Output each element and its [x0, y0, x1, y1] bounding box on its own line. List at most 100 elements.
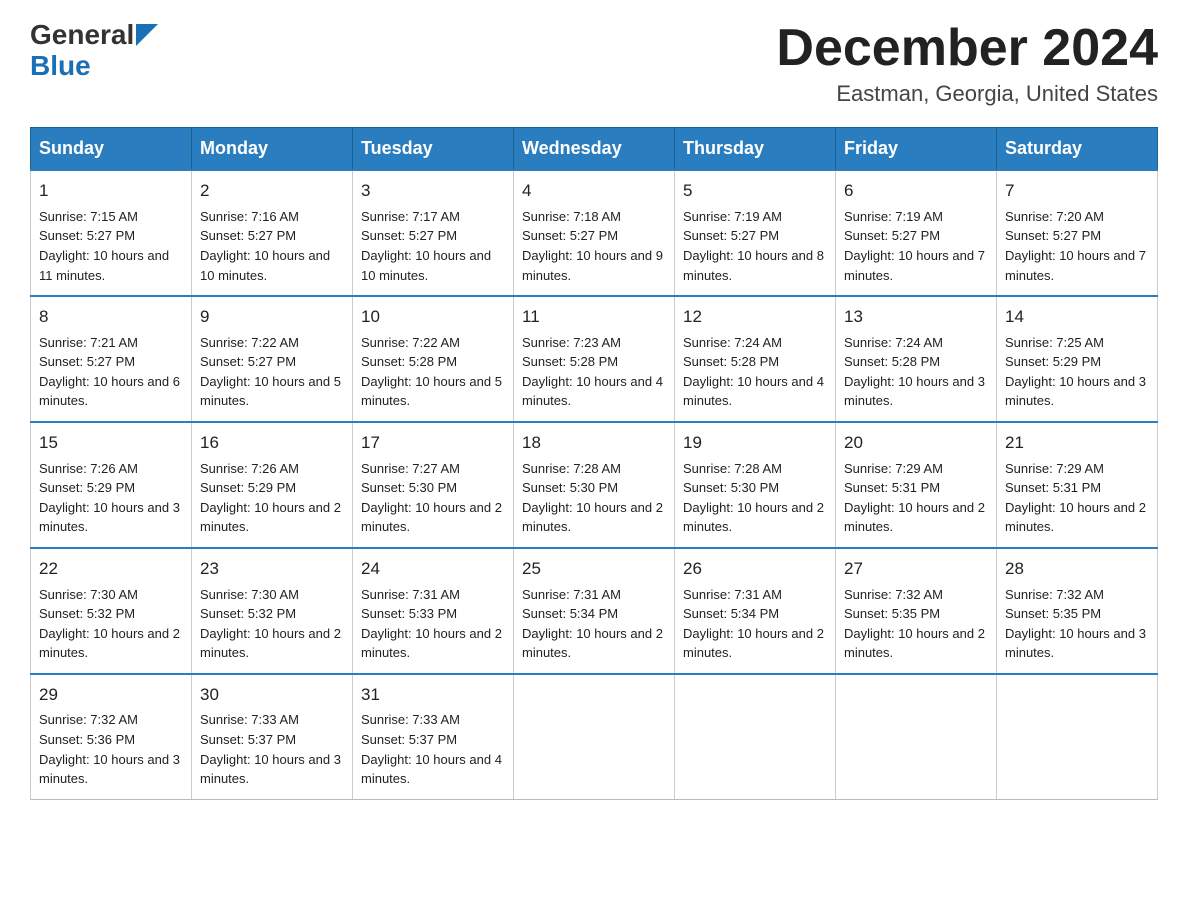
day-number: 30 [200, 683, 344, 708]
day-cell: 28Sunrise: 7:32 AMSunset: 5:35 PMDayligh… [997, 548, 1158, 674]
day-number: 19 [683, 431, 827, 456]
day-cell: 19 Sunrise: 7:28 AMSunset: 5:30 PMDayligh… [675, 422, 836, 548]
day-number: 26 [683, 557, 827, 582]
week-row-3: 15Sunrise: 7:26 AMSunset: 5:29 PMDayligh… [31, 422, 1158, 548]
day-number: 11 [522, 305, 666, 330]
day-cell: 25 Sunrise: 7:31 AMSunset: 5:34 PMDayligh… [514, 548, 675, 674]
day-number: 18 [522, 431, 666, 456]
day-cell: 10Sunrise: 7:22 AMSunset: 5:28 PMDayligh… [353, 296, 514, 422]
day-cell: 23 Sunrise: 7:30 AMSunset: 5:32 PMDayligh… [192, 548, 353, 674]
logo: General Blue [30, 20, 158, 82]
day-cell: 30 Sunrise: 7:33 AMSunset: 5:37 PMDayligh… [192, 674, 353, 799]
day-cell: 4 Sunrise: 7:18 AMSunset: 5:27 PMDaylight… [514, 170, 675, 296]
calendar-header-row: SundayMondayTuesdayWednesdayThursdayFrid… [31, 128, 1158, 171]
day-cell: 13 Sunrise: 7:24 AMSunset: 5:28 PMDayligh… [836, 296, 997, 422]
day-cell: 8 Sunrise: 7:21 AMSunset: 5:27 PMDaylight… [31, 296, 192, 422]
day-cell: 7 Sunrise: 7:20 AMSunset: 5:27 PMDaylight… [997, 170, 1158, 296]
day-info: Sunrise: 7:32 AMSunset: 5:35 PMDaylight:… [844, 587, 985, 661]
day-number: 4 [522, 179, 666, 204]
day-number: 12 [683, 305, 827, 330]
logo-general-text: General [30, 20, 134, 51]
day-number: 6 [844, 179, 988, 204]
day-info: Sunrise: 7:26 AMSunset: 5:29 PMDaylight:… [200, 461, 341, 535]
day-number: 5 [683, 179, 827, 204]
week-row-4: 22 Sunrise: 7:30 AMSunset: 5:32 PMDayligh… [31, 548, 1158, 674]
day-info: Sunrise: 7:21 AMSunset: 5:27 PMDaylight:… [39, 335, 180, 409]
day-number: 13 [844, 305, 988, 330]
day-info: Sunrise: 7:28 AMSunset: 5:30 PMDaylight:… [683, 461, 824, 535]
day-info: Sunrise: 7:31 AMSunset: 5:33 PMDaylight:… [361, 587, 502, 661]
day-cell: 21 Sunrise: 7:29 AMSunset: 5:31 PMDayligh… [997, 422, 1158, 548]
day-cell: 27 Sunrise: 7:32 AMSunset: 5:35 PMDayligh… [836, 548, 997, 674]
day-cell: 12 Sunrise: 7:24 AMSunset: 5:28 PMDayligh… [675, 296, 836, 422]
day-cell: 15Sunrise: 7:26 AMSunset: 5:29 PMDayligh… [31, 422, 192, 548]
day-info: Sunrise: 7:15 AMSunset: 5:27 PMDaylight:… [39, 209, 169, 283]
day-cell: 24 Sunrise: 7:31 AMSunset: 5:33 PMDayligh… [353, 548, 514, 674]
day-number: 22 [39, 557, 183, 582]
header-saturday: Saturday [997, 128, 1158, 171]
day-info: Sunrise: 7:22 AMSunset: 5:28 PMDaylight:… [361, 335, 502, 409]
title-block: December 2024 Eastman, Georgia, United S… [776, 20, 1158, 107]
day-cell: 11Sunrise: 7:23 AMSunset: 5:28 PMDayligh… [514, 296, 675, 422]
day-number: 16 [200, 431, 344, 456]
day-info: Sunrise: 7:30 AMSunset: 5:32 PMDaylight:… [39, 587, 180, 661]
day-cell: 5 Sunrise: 7:19 AMSunset: 5:27 PMDaylight… [675, 170, 836, 296]
day-info: Sunrise: 7:32 AMSunset: 5:35 PMDaylight:… [1005, 587, 1146, 661]
day-info: Sunrise: 7:29 AMSunset: 5:31 PMDaylight:… [1005, 461, 1146, 535]
day-info: Sunrise: 7:16 AMSunset: 5:27 PMDaylight:… [200, 209, 330, 283]
day-number: 7 [1005, 179, 1149, 204]
day-number: 1 [39, 179, 183, 204]
logo-triangle-icon [136, 24, 158, 46]
day-number: 29 [39, 683, 183, 708]
day-info: Sunrise: 7:24 AMSunset: 5:28 PMDaylight:… [844, 335, 985, 409]
header-thursday: Thursday [675, 128, 836, 171]
day-number: 3 [361, 179, 505, 204]
week-row-2: 8 Sunrise: 7:21 AMSunset: 5:27 PMDaylight… [31, 296, 1158, 422]
day-info: Sunrise: 7:24 AMSunset: 5:28 PMDaylight:… [683, 335, 824, 409]
calendar-title: December 2024 [776, 20, 1158, 77]
day-cell: 3 Sunrise: 7:17 AMSunset: 5:27 PMDaylight… [353, 170, 514, 296]
day-info: Sunrise: 7:17 AMSunset: 5:27 PMDaylight:… [361, 209, 491, 283]
day-number: 25 [522, 557, 666, 582]
day-cell [514, 674, 675, 799]
day-number: 2 [200, 179, 344, 204]
day-number: 21 [1005, 431, 1149, 456]
day-info: Sunrise: 7:20 AMSunset: 5:27 PMDaylight:… [1005, 209, 1146, 283]
day-cell: 2 Sunrise: 7:16 AMSunset: 5:27 PMDaylight… [192, 170, 353, 296]
day-number: 31 [361, 683, 505, 708]
day-cell: 16 Sunrise: 7:26 AMSunset: 5:29 PMDayligh… [192, 422, 353, 548]
day-cell [836, 674, 997, 799]
logo-blue-text: Blue [30, 50, 91, 81]
day-number: 23 [200, 557, 344, 582]
day-number: 24 [361, 557, 505, 582]
day-info: Sunrise: 7:31 AMSunset: 5:34 PMDaylight:… [522, 587, 663, 661]
header-friday: Friday [836, 128, 997, 171]
day-info: Sunrise: 7:29 AMSunset: 5:31 PMDaylight:… [844, 461, 985, 535]
day-cell [675, 674, 836, 799]
day-number: 9 [200, 305, 344, 330]
day-info: Sunrise: 7:32 AMSunset: 5:36 PMDaylight:… [39, 712, 180, 786]
day-info: Sunrise: 7:30 AMSunset: 5:32 PMDaylight:… [200, 587, 341, 661]
day-cell: 14 Sunrise: 7:25 AMSunset: 5:29 PMDayligh… [997, 296, 1158, 422]
header-monday: Monday [192, 128, 353, 171]
day-cell: 26Sunrise: 7:31 AMSunset: 5:34 PMDayligh… [675, 548, 836, 674]
day-cell: 1 Sunrise: 7:15 AMSunset: 5:27 PMDaylight… [31, 170, 192, 296]
day-number: 8 [39, 305, 183, 330]
day-number: 17 [361, 431, 505, 456]
page-header: General Blue December 2024 Eastman, Geor… [30, 20, 1158, 107]
day-info: Sunrise: 7:33 AMSunset: 5:37 PMDaylight:… [200, 712, 341, 786]
day-info: Sunrise: 7:19 AMSunset: 5:27 PMDaylight:… [683, 209, 824, 283]
day-cell: 20Sunrise: 7:29 AMSunset: 5:31 PMDayligh… [836, 422, 997, 548]
day-info: Sunrise: 7:18 AMSunset: 5:27 PMDaylight:… [522, 209, 663, 283]
day-number: 27 [844, 557, 988, 582]
day-cell: 22 Sunrise: 7:30 AMSunset: 5:32 PMDayligh… [31, 548, 192, 674]
day-cell: 29 Sunrise: 7:32 AMSunset: 5:36 PMDayligh… [31, 674, 192, 799]
day-number: 14 [1005, 305, 1149, 330]
day-cell: 9Sunrise: 7:22 AMSunset: 5:27 PMDaylight… [192, 296, 353, 422]
header-sunday: Sunday [31, 128, 192, 171]
day-info: Sunrise: 7:25 AMSunset: 5:29 PMDaylight:… [1005, 335, 1146, 409]
day-info: Sunrise: 7:19 AMSunset: 5:27 PMDaylight:… [844, 209, 985, 283]
day-cell: 18Sunrise: 7:28 AMSunset: 5:30 PMDayligh… [514, 422, 675, 548]
day-cell: 6 Sunrise: 7:19 AMSunset: 5:27 PMDaylight… [836, 170, 997, 296]
calendar-table: SundayMondayTuesdayWednesdayThursdayFrid… [30, 127, 1158, 799]
